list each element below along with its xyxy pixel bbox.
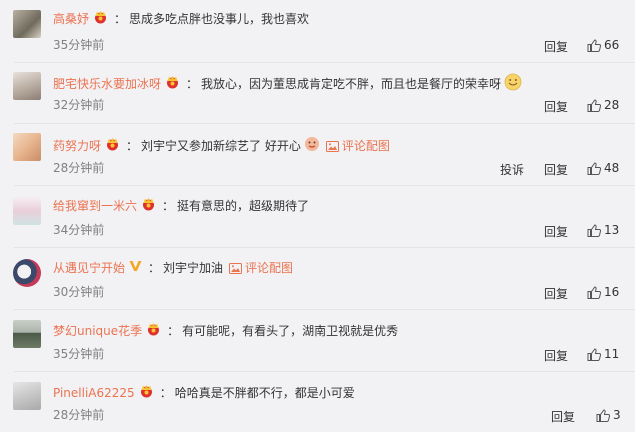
comment-time: 34分钟前	[53, 223, 105, 237]
username-link[interactable]: 药努力呀	[53, 138, 101, 154]
verified-v-icon	[129, 260, 142, 276]
report-button[interactable]: 投诉	[500, 161, 524, 178]
comment-item: 药努力呀 ： 刘宇宁又参加新综艺了 好开心 评论配图 28分钟前 投诉 回复 4…	[0, 124, 635, 186]
username-link[interactable]: 给我窜到一米六	[53, 198, 137, 214]
reply-button[interactable]: 回复	[544, 38, 568, 55]
comment-image-label: 评论配图	[245, 261, 294, 275]
avatar[interactable]	[13, 133, 41, 161]
crown-badge-icon	[146, 322, 161, 340]
comment-image-label: 评论配图	[341, 139, 390, 153]
comment-time: 30分钟前	[53, 285, 105, 299]
comment-image-link[interactable]: 评论配图	[229, 260, 293, 276]
comment-time: 28分钟前	[53, 161, 105, 175]
emoji-icon	[304, 136, 320, 156]
comment-item: PinelliA62225 ： 哈哈真是不胖都不行，都是小可爱 28分钟前 回复…	[0, 372, 635, 432]
comment-item: 高桑妤 ： 思成多吃点胖也没事儿，我也喜欢 35分钟前 回复 66	[0, 0, 635, 62]
username-link[interactable]: PinelliA62225	[53, 385, 135, 401]
comment-item: 从遇见宁开始 ： 刘宇宁加油 评论配图 30分钟前 回复 16	[0, 248, 635, 310]
comment-time: 35分钟前	[53, 38, 105, 52]
like-count: 16	[604, 285, 620, 299]
emoji-icon	[504, 73, 522, 95]
avatar[interactable]	[13, 72, 41, 100]
like-count: 3	[613, 408, 621, 422]
colon: ：	[114, 12, 127, 26]
avatar[interactable]	[13, 10, 41, 38]
reply-button[interactable]: 回复	[551, 408, 575, 425]
thumbs-up-icon	[596, 408, 610, 422]
username-link[interactable]: 梦幻unique花季	[53, 323, 142, 339]
colon: ：	[126, 139, 139, 153]
comment-list: 高桑妤 ： 思成多吃点胖也没事儿，我也喜欢 35分钟前 回复 66 肥宅快乐水要…	[0, 0, 635, 432]
comment-text: 挺有意思的，超级期待了	[177, 199, 310, 213]
like-button[interactable]: 66	[587, 38, 619, 52]
avatar[interactable]	[13, 197, 41, 225]
comment-text: 思成多吃点胖也没事儿，我也喜欢	[129, 12, 310, 26]
colon: ：	[159, 386, 172, 400]
colon: ：	[186, 77, 199, 91]
like-count: 28	[604, 98, 620, 112]
image-icon	[325, 140, 339, 152]
comment-image-link[interactable]: 评论配图	[325, 138, 390, 154]
comment-time: 35分钟前	[53, 347, 105, 361]
like-count: 66	[604, 38, 620, 52]
thumbs-up-icon	[587, 98, 601, 112]
avatar[interactable]	[13, 382, 41, 410]
thumbs-up-icon	[587, 347, 601, 361]
thumbs-up-icon	[587, 161, 601, 175]
like-button[interactable]: 3	[596, 408, 621, 422]
comment-text: 有可能呢，有看头了，湖南卫视就是优秀	[182, 324, 399, 338]
comment-item: 肥宅快乐水要加冰呀 ： 我放心，因为董思成肯定吃不胖，而且也是餐厅的荣幸呀 32…	[0, 63, 635, 125]
reply-button[interactable]: 回复	[544, 223, 568, 240]
colon: ：	[148, 261, 161, 275]
thumbs-up-icon	[587, 223, 601, 237]
like-button[interactable]: 13	[587, 223, 619, 237]
username-link[interactable]: 从遇见宁开始	[53, 260, 125, 276]
crown-badge-icon	[93, 10, 108, 28]
like-count: 11	[604, 347, 620, 361]
reply-button[interactable]: 回复	[544, 347, 568, 364]
like-button[interactable]: 28	[587, 98, 619, 112]
comment-item: 梦幻unique花季 ： 有可能呢，有看头了，湖南卫视就是优秀 35分钟前 回复…	[0, 310, 635, 372]
crown-badge-icon	[141, 197, 156, 215]
reply-button[interactable]: 回复	[544, 98, 568, 115]
comment-text: 刘宇宁加油	[163, 261, 224, 275]
like-button[interactable]: 16	[587, 285, 619, 299]
crown-badge-icon	[139, 384, 154, 402]
crown-badge-icon	[165, 75, 180, 93]
crown-badge-icon	[105, 137, 120, 155]
comment-text: 我放心，因为董思成肯定吃不胖，而且也是餐厅的荣幸呀	[201, 77, 502, 91]
comment-item: 给我窜到一米六 ： 挺有意思的，超级期待了 34分钟前 回复 13	[0, 186, 635, 248]
like-count: 48	[604, 161, 620, 175]
thumbs-up-icon	[587, 285, 601, 299]
username-link[interactable]: 高桑妤	[53, 11, 89, 27]
like-count: 13	[604, 223, 620, 237]
avatar[interactable]	[13, 259, 41, 287]
thumbs-up-icon	[587, 38, 601, 52]
colon: ：	[167, 324, 180, 338]
comment-text: 哈哈真是不胖都不行，都是小可爱	[174, 386, 355, 400]
avatar[interactable]	[13, 320, 41, 348]
colon: ：	[162, 199, 175, 213]
image-icon	[229, 262, 243, 274]
username-link[interactable]: 肥宅快乐水要加冰呀	[53, 76, 161, 92]
comment-time: 28分钟前	[53, 408, 105, 422]
reply-button[interactable]: 回复	[544, 161, 568, 178]
comment-text: 刘宇宁又参加新综艺了 好开心	[141, 139, 301, 153]
like-button[interactable]: 11	[587, 347, 619, 361]
like-button[interactable]: 48	[587, 161, 619, 175]
reply-button[interactable]: 回复	[544, 285, 568, 302]
comment-time: 32分钟前	[53, 98, 105, 112]
